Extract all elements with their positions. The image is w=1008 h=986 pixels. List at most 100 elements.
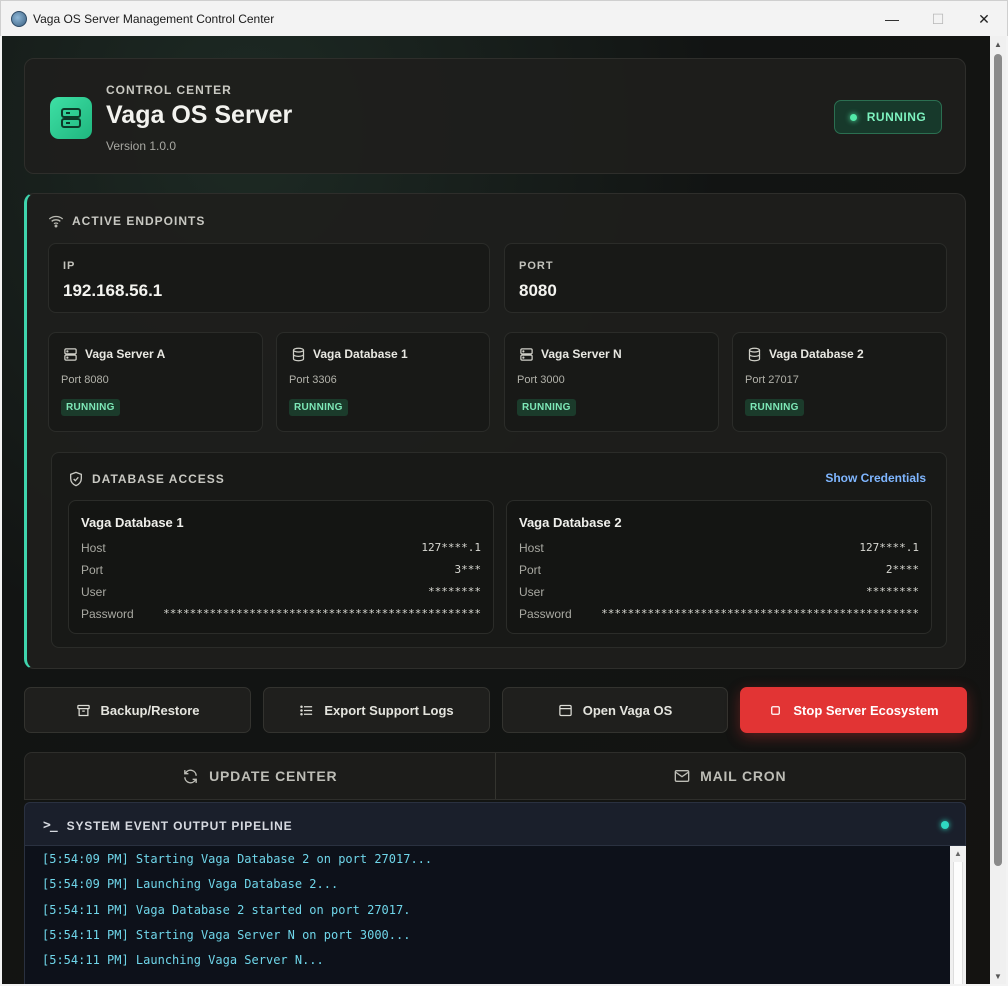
- port-label: PORT: [519, 260, 554, 272]
- backup-restore-button[interactable]: Backup/Restore: [24, 687, 251, 733]
- service-name: Vaga Server A: [85, 347, 166, 361]
- console-title: >_ SYSTEM EVENT OUTPUT PIPELINE: [43, 818, 292, 833]
- console-live-indicator: [941, 821, 949, 829]
- service-name: Vaga Database 1: [313, 347, 408, 361]
- server-icon: [64, 348, 77, 361]
- service-port: Port 8080: [61, 374, 109, 386]
- credential-row: Host 127****.1: [81, 541, 481, 557]
- close-button[interactable]: ✕: [961, 1, 1007, 37]
- credential-db-name: Vaga Database 2: [519, 515, 622, 530]
- maximize-button[interactable]: ☐: [915, 1, 961, 37]
- list-icon: [300, 705, 313, 715]
- window-scroll-thumb[interactable]: [994, 54, 1002, 866]
- credential-label: Port: [81, 563, 104, 577]
- console-scroll-thumb[interactable]: [953, 862, 963, 984]
- status-dot-icon: [849, 113, 857, 121]
- console-title-text: SYSTEM EVENT OUTPUT PIPELINE: [66, 818, 293, 833]
- service-status-badge: RUNNING: [745, 399, 804, 416]
- credential-row: Host 127****.1: [519, 541, 919, 557]
- window-title: Vaga OS Server Management Control Center: [33, 11, 275, 26]
- service-port: Port 3306: [289, 374, 337, 386]
- service-status-badge: RUNNING: [517, 399, 576, 416]
- app-viewport: CONTROL CENTER Vaga OS Server Version 1.…: [2, 36, 990, 984]
- credential-label: Password: [81, 607, 134, 621]
- credential-label: User: [519, 585, 545, 599]
- tab-mail-cron[interactable]: MAIL CRON: [494, 753, 966, 799]
- window-scrollbar[interactable]: ▲ ▼: [990, 36, 1006, 984]
- wifi-icon: [48, 215, 64, 228]
- stop-server-ecosystem-label: Stop Server Ecosystem: [793, 702, 939, 718]
- stop-server-ecosystem-button[interactable]: Stop Server Ecosystem: [740, 687, 967, 733]
- tab-mail-cron-label: MAIL CRON: [700, 768, 787, 784]
- credential-label: Port: [519, 563, 542, 577]
- credential-row: Port 2****: [519, 563, 919, 579]
- database-access-title: DATABASE ACCESS: [68, 471, 225, 487]
- port-card: PORT 8080: [504, 243, 947, 313]
- log-line: [5:54:09 PM] Starting Vaga Database 2 on…: [42, 852, 433, 866]
- scroll-up-arrow-icon[interactable]: ▲: [990, 36, 1006, 52]
- log-line: [5:54:11 PM] Launching Vaga Server N...: [42, 953, 324, 967]
- credential-value: ****************************************…: [163, 607, 481, 620]
- credential-card: Vaga Database 1 Host 127****.1 Port 3*** U…: [68, 500, 494, 634]
- service-name: Vaga Database 2: [769, 347, 864, 361]
- service-status-badge: RUNNING: [61, 399, 120, 416]
- database-icon: [748, 347, 761, 362]
- page-title: Vaga OS Server: [106, 101, 293, 129]
- open-vaga-os-button[interactable]: Open Vaga OS: [502, 687, 728, 733]
- credential-value: 127****.1: [859, 541, 919, 554]
- scroll-down-arrow-icon[interactable]: ▼: [990, 968, 1006, 984]
- mail-icon: [674, 770, 690, 782]
- endpoints-title: ACTIVE ENDPOINTS: [48, 214, 205, 228]
- database-access-title-text: DATABASE ACCESS: [92, 472, 225, 486]
- credential-value: 3***: [454, 563, 482, 576]
- ip-label: IP: [63, 260, 76, 272]
- credential-row: Password ********************************…: [519, 607, 919, 623]
- refresh-icon: [184, 769, 197, 783]
- log-line: [5:54:09 PM] Launching Vaga Database 2..…: [42, 877, 339, 891]
- port-value: 8080: [519, 281, 557, 300]
- server-logo-icon: [50, 97, 92, 139]
- console-scrollbar[interactable]: ▲: [950, 846, 966, 984]
- service-port: Port 3000: [517, 374, 565, 386]
- console-output[interactable]: [5:54:09 PM] Starting Vaga Database 2 on…: [24, 846, 950, 984]
- service-port: Port 27017: [745, 374, 799, 386]
- credential-value: ********: [428, 585, 481, 598]
- minimize-button[interactable]: —: [869, 1, 915, 37]
- tab-update-center[interactable]: UPDATE CENTER: [25, 753, 495, 799]
- browser-window-icon: [558, 704, 572, 716]
- credential-row: User ********: [519, 585, 919, 601]
- database-access-card: DATABASE ACCESS Show Credentials Vaga Da…: [51, 452, 947, 648]
- endpoints-title-text: ACTIVE ENDPOINTS: [72, 214, 206, 228]
- service-card: Vaga Server A Port 8080 RUNNING: [48, 332, 263, 432]
- version-label: Version 1.0.0: [106, 139, 177, 153]
- export-support-logs-label: Export Support Logs: [324, 702, 454, 718]
- credential-label: Password: [519, 607, 572, 621]
- archive-icon: [76, 704, 90, 716]
- active-endpoints-card: ACTIVE ENDPOINTS IP 192.168.56.1 PORT 80…: [24, 193, 966, 669]
- stop-square-icon: [771, 705, 781, 715]
- terminal-prompt-icon: >_: [43, 818, 58, 833]
- window-titlebar: Vaga OS Server Management Control Center…: [0, 0, 1008, 36]
- server-status-text: RUNNING: [866, 110, 927, 124]
- database-icon: [292, 347, 305, 362]
- credential-db-name: Vaga Database 1: [81, 515, 184, 530]
- ip-card: IP 192.168.56.1: [48, 243, 490, 313]
- log-line: [5:54:11 PM] Starting Vaga Server N on p…: [42, 928, 411, 942]
- credential-value: 127****.1: [421, 541, 481, 554]
- credential-value: 2****: [885, 563, 919, 576]
- app-globe-icon: [11, 10, 27, 27]
- credential-row: Password ********************************…: [81, 607, 481, 623]
- backup-restore-label: Backup/Restore: [100, 702, 200, 718]
- tab-update-center-label: UPDATE CENTER: [209, 768, 338, 784]
- credential-label: Host: [519, 541, 544, 555]
- window-controls: — ☐ ✕: [869, 1, 1007, 37]
- service-status-badge: RUNNING: [289, 399, 348, 416]
- ip-value: 192.168.56.1: [63, 281, 163, 300]
- console-header: >_ SYSTEM EVENT OUTPUT PIPELINE: [24, 802, 966, 846]
- credential-value: ********: [866, 585, 919, 598]
- scroll-up-arrow-icon[interactable]: ▲: [950, 846, 966, 860]
- show-credentials-link[interactable]: Show Credentials: [825, 471, 926, 485]
- service-card: Vaga Database 1 Port 3306 RUNNING: [276, 332, 490, 432]
- export-support-logs-button[interactable]: Export Support Logs: [263, 687, 490, 733]
- open-vaga-os-label: Open Vaga OS: [582, 702, 673, 718]
